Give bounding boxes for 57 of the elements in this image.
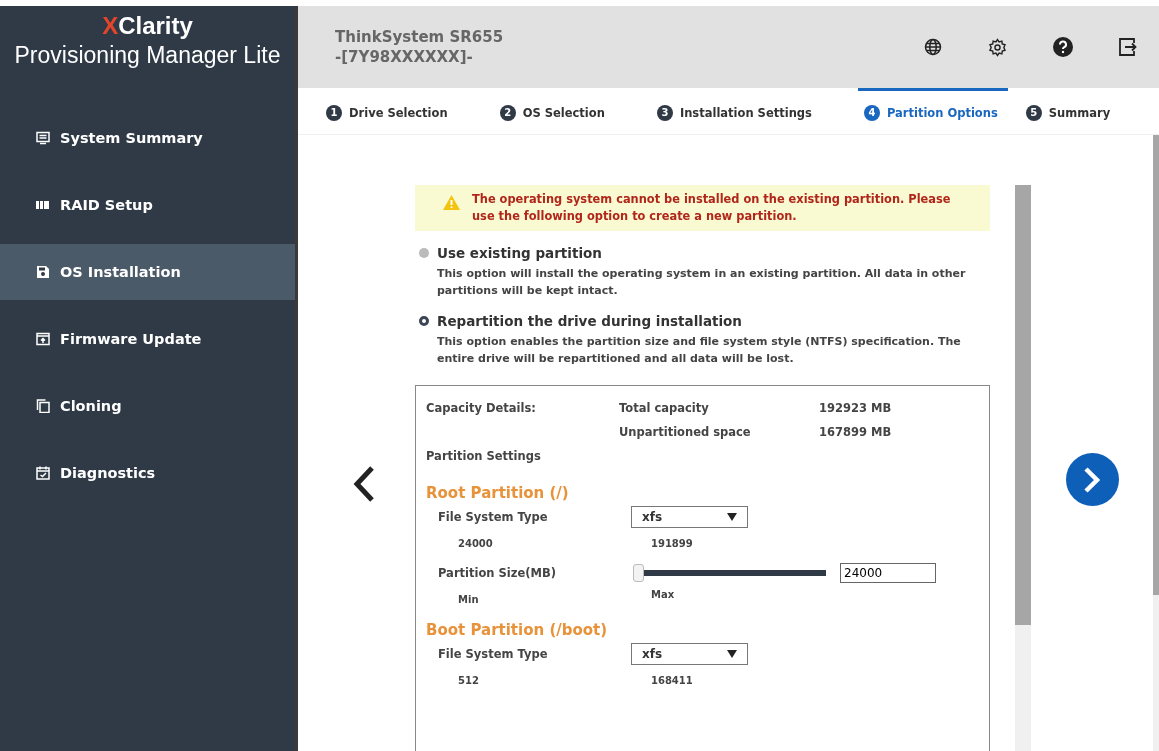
dropdown-caret-icon <box>727 650 737 658</box>
min-value: 512 <box>458 675 480 686</box>
logout-icon[interactable] <box>1119 38 1137 56</box>
capacity-name: Total capacity <box>619 401 710 415</box>
max-value: 168411 <box>651 675 694 686</box>
copy-icon <box>36 399 50 413</box>
capacity-value: 192923 MB <box>819 401 893 415</box>
capacity-name: Unpartitioned space <box>619 425 752 439</box>
slider-max-label: Max <box>651 589 676 602</box>
page-scrollbar[interactable] <box>1153 135 1159 751</box>
partition-title: Boot Partition (/boot) <box>426 621 609 639</box>
chevron-right-icon <box>1082 465 1102 494</box>
option-description: This option will install the operating system in an existing partition. All data in other partitions will be kept intact. <box>436 266 967 299</box>
step-tab[interactable]: 1 Drive Selection <box>320 88 458 134</box>
globe-icon[interactable] <box>924 38 942 56</box>
scrollbar[interactable] <box>1015 185 1031 751</box>
step-tab[interactable]: 5 Summary <box>1019 88 1121 134</box>
step-tab[interactable]: 3 Installation Settings <box>650 88 822 134</box>
radio-option[interactable]: Use existing partition <box>419 245 990 261</box>
calendar-icon <box>36 466 50 480</box>
drive-bars-icon <box>36 198 50 212</box>
warning-text: The operating system cannot be installed on the existing partition. Please use the following option to create a new partition. <box>472 191 952 225</box>
dropdown-caret-icon <box>727 513 737 521</box>
size-slider[interactable] <box>633 564 826 582</box>
max-value: 191899 <box>651 538 694 549</box>
sidebar-item[interactable]: RAID Setup <box>0 177 295 233</box>
section-label: Partition Settings <box>426 449 542 463</box>
help-icon[interactable] <box>1053 37 1073 57</box>
warning-icon <box>443 195 460 210</box>
product-name: Provisioning Manager Lite <box>14 41 281 70</box>
next-button[interactable] <box>1065 453 1119 506</box>
sidebar-item[interactable]: Cloning <box>0 378 295 434</box>
product-logo: XClarity <box>102 12 193 40</box>
min-value: 24000 <box>458 538 494 549</box>
capacity-value: 167899 MB <box>819 425 893 439</box>
size-input-field[interactable]: 24000 <box>840 563 936 583</box>
file-system-select[interactable]: xfs <box>631 506 748 528</box>
field-label: File System Type <box>438 510 549 524</box>
server-title: ThinkSystem SR655 -[7Y98XXXXXX]- <box>335 27 505 67</box>
option-description: This option enables the partition size and file system style (NTFS) specification. The entire drive will be repartitioned and all data will be lost. <box>436 334 962 367</box>
field-label: Partition Size(MB) <box>438 566 557 580</box>
field-label: File System Type <box>438 647 549 661</box>
radio-option[interactable]: Repartition the drive during installation <box>419 313 990 329</box>
sidebar-item[interactable]: OS Installation <box>0 244 295 300</box>
file-system-select[interactable]: xfs <box>631 643 748 665</box>
upload-icon <box>36 332 50 346</box>
slider-min-label: Min <box>458 593 480 605</box>
sidebar-item[interactable]: Firmware Update <box>0 311 295 367</box>
partition-title: Root Partition (/) <box>426 484 570 502</box>
monitor-icon <box>36 131 50 145</box>
slider-thumb[interactable] <box>633 564 644 582</box>
sidebar-item[interactable]: System Summary <box>0 110 295 166</box>
capacity-label: Capacity Details: <box>426 401 537 415</box>
step-tab[interactable]: 2 OS Selection <box>493 88 615 134</box>
settings-icon[interactable] <box>988 37 1007 57</box>
sidebar-item[interactable]: Diagnostics <box>0 445 295 501</box>
step-tab[interactable]: 4 Partition Options <box>857 88 1008 134</box>
